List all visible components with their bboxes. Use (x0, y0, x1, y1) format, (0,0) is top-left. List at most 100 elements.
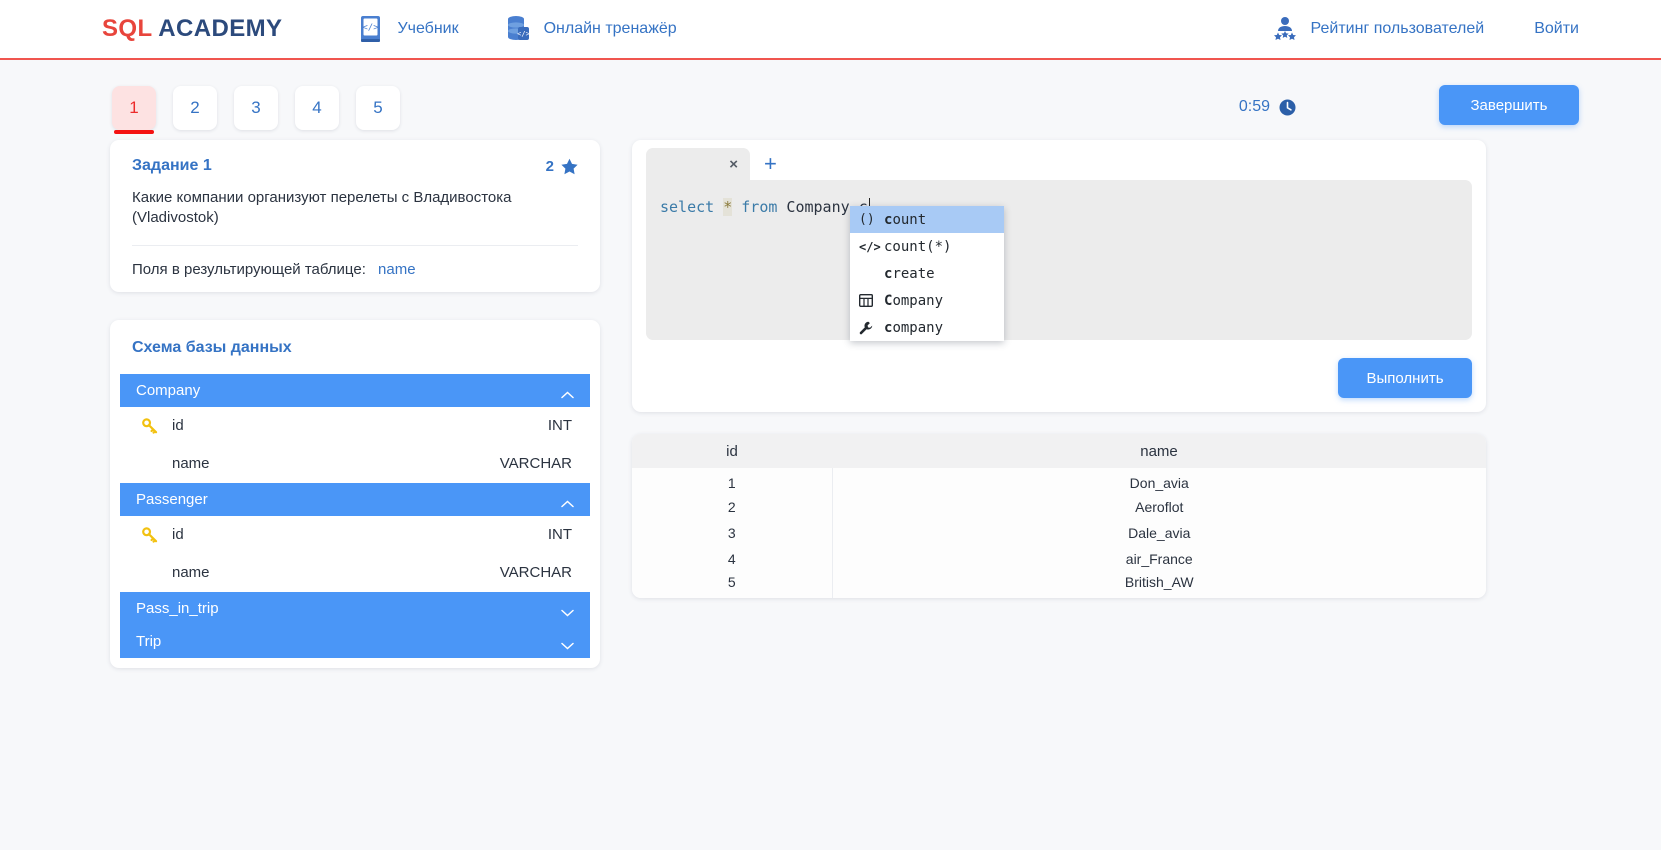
code-tag-icon: </> (859, 240, 881, 254)
key-icon (142, 417, 172, 434)
logo-sql-text: SQL (102, 15, 153, 42)
query-result-tbody: 1 Don_avia 2 Aeroflot 3 Dale_avia 4 air_… (632, 468, 1486, 598)
schema-column-row: name VARCHAR (120, 444, 590, 483)
table-row: 4 air_France (632, 546, 1486, 572)
autocomplete-match-rest: ompany (892, 292, 944, 309)
schema-table-header-trip[interactable]: Trip (120, 624, 590, 658)
nav-item-textbook-label: Учебник (397, 20, 459, 37)
autocomplete-item-label: count(*) (884, 239, 951, 255)
cell-name: Dale_avia (832, 520, 1486, 546)
logo[interactable]: SQL ACADEMY (102, 15, 282, 43)
table-row: 3 Dale_avia (632, 520, 1486, 546)
schema-column-type: VARCHAR (499, 455, 572, 473)
sql-code-line: select * from Company c (660, 198, 1472, 216)
schema-table-header-passenger[interactable]: Passenger (120, 482, 590, 516)
countdown-timer: 0:59 (1239, 98, 1296, 116)
add-tab-icon[interactable]: + (764, 153, 777, 175)
cell-name: British_AW (832, 572, 1486, 598)
schema-table-header-pass-in-trip[interactable]: Pass_in_trip (120, 591, 590, 625)
column-header-id[interactable]: id (632, 434, 832, 468)
pager-item-5[interactable]: 5 (356, 86, 400, 130)
schema-card: Схема базы данных Company id INT name VA… (110, 319, 600, 668)
run-button-wrapper: Выполнить (632, 340, 1486, 398)
autocomplete-match-rest: count(*) (884, 238, 952, 255)
autocomplete-match-rest: ompany (892, 319, 944, 336)
table-row: 2 Aeroflot (632, 494, 1486, 520)
column-header-name[interactable]: name (832, 434, 1486, 468)
table-header-row: id name (632, 434, 1486, 468)
book-code-icon: </> (358, 15, 384, 43)
schema-column-name: id (172, 417, 184, 435)
query-result-table: id name 1 Don_avia 2 Aeroflot 3 Dale_avi… (632, 434, 1486, 598)
task-card-header: Задание 1 2 (110, 140, 600, 188)
parentheses-icon: () (859, 212, 877, 227)
table-row: 5 British_AW (632, 572, 1486, 598)
sql-token-asterisk: * (723, 198, 733, 216)
schema-table-name: Trip (136, 632, 162, 650)
login-link[interactable]: Войти (1534, 20, 1579, 38)
timer-value: 0:59 (1238, 98, 1270, 115)
autocomplete-match-rest: reate (892, 265, 935, 282)
pager-item-2[interactable]: 2 (173, 86, 217, 130)
schema-table-header-company[interactable]: Company (120, 373, 590, 407)
key-icon (142, 526, 172, 543)
schema-table-name: Pass_in_trip (136, 599, 219, 617)
pager-item-4[interactable]: 4 (295, 86, 339, 130)
schema-column-name: name (172, 564, 210, 582)
wrench-icon (859, 321, 877, 335)
task-result-fields-value: name (378, 260, 416, 278)
nav-item-rating-label: Рейтинг пользователей (1310, 20, 1485, 37)
sql-token-from: from (741, 198, 778, 216)
cell-name: Aeroflot (832, 494, 1486, 520)
cell-name: Don_avia (832, 468, 1486, 494)
schema-table-name: Passenger (136, 490, 208, 508)
database-code-icon: </> (505, 15, 531, 43)
schema-column-name: id (172, 526, 184, 544)
schema-column-name: name (172, 455, 210, 473)
autocomplete-item-create[interactable]: create (850, 260, 1004, 287)
schema-column-type: INT (547, 526, 572, 544)
users-rating-icon (1272, 15, 1298, 43)
autocomplete-item-company-table[interactable]: Company (850, 287, 1004, 314)
chevron-down-icon (561, 637, 574, 650)
pager-item-1[interactable]: 1 (112, 86, 156, 134)
main-content: Задание 1 2 Какие компании организуют пе… (0, 140, 1661, 850)
right-panel: × + select * from Company c () count </>… (632, 140, 1486, 598)
autocomplete-item-count-star[interactable]: </> count(*) (850, 233, 1004, 260)
svg-text:</>: </> (363, 23, 380, 33)
nav-item-rating[interactable]: Рейтинг пользователей (1272, 15, 1485, 43)
nav-item-textbook[interactable]: </> Учебник (358, 15, 459, 43)
autocomplete-item-label: create (884, 266, 935, 282)
task-pager: 1 2 3 4 5 (112, 86, 400, 134)
site-header: SQL ACADEMY </> Учебник </> Онлайн трена… (0, 0, 1661, 60)
table-row: 1 Don_avia (632, 468, 1486, 494)
close-icon[interactable]: × (729, 157, 738, 172)
task-result-fields-label: Поля в результирующей таблице: (132, 260, 366, 278)
clock-icon (1279, 99, 1296, 116)
autocomplete-popup[interactable]: () count </> count(*) create Company com… (850, 206, 1004, 341)
autocomplete-item-label: count (884, 212, 926, 228)
query-result-thead: id name (632, 434, 1486, 468)
cell-id: 3 (632, 520, 833, 546)
cell-name: air_France (832, 546, 1486, 572)
pager-item-3[interactable]: 3 (234, 86, 278, 130)
left-panel: Задание 1 2 Какие компании организуют пе… (110, 140, 600, 668)
finish-button[interactable]: Завершить (1439, 85, 1579, 125)
task-stars-count: 2 (545, 157, 554, 175)
run-query-button[interactable]: Выполнить (1338, 358, 1472, 398)
schema-column-row: id INT (120, 515, 590, 554)
nav-item-simulator[interactable]: </> Онлайн тренажёр (505, 15, 677, 43)
autocomplete-item-count[interactable]: () count (850, 206, 1004, 233)
autocomplete-item-company-keyword[interactable]: company (850, 314, 1004, 341)
chevron-up-icon (561, 386, 574, 399)
cell-id: 1 (632, 468, 833, 494)
autocomplete-match-rest: ount (892, 211, 927, 228)
sql-code-editor[interactable]: select * from Company c () count </> cou… (646, 180, 1472, 341)
star-icon (561, 158, 578, 175)
task-card: Задание 1 2 Какие компании организуют пе… (110, 140, 600, 292)
schema-column-type: VARCHAR (499, 564, 572, 582)
schema-column-row: name VARCHAR (120, 553, 590, 592)
editor-tab[interactable]: × (646, 148, 750, 180)
sql-editor-card: × + select * from Company c () count </>… (632, 140, 1486, 412)
task-question: Какие компании организуют перелеты с Вла… (132, 188, 578, 246)
